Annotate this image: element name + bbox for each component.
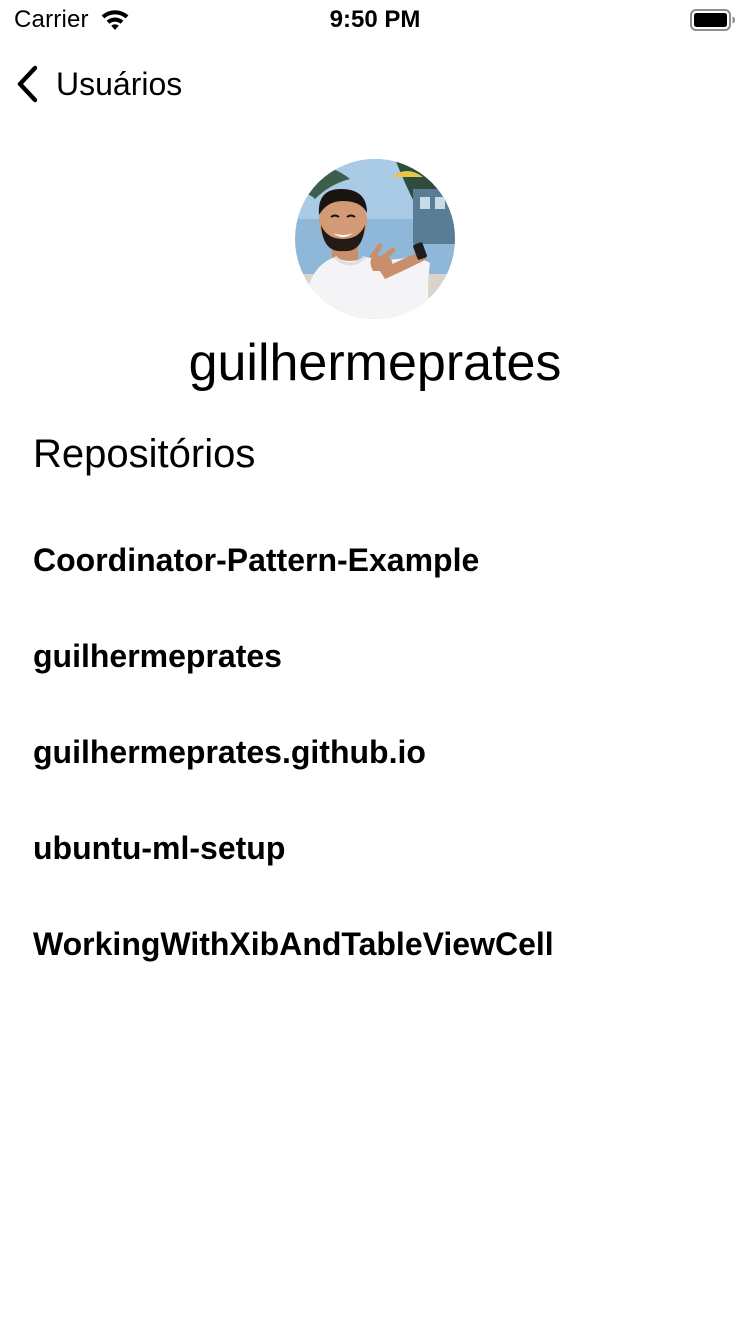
repository-row[interactable]: Coordinator-Pattern-Example xyxy=(0,512,750,608)
user-detail-screen: Carrier 9:50 PM Usuários guilhermeprates… xyxy=(0,0,750,1334)
repository-name: ubuntu-ml-setup xyxy=(33,830,286,866)
repository-name: Coordinator-Pattern-Example xyxy=(33,542,480,578)
battery-full-icon xyxy=(690,9,735,31)
repository-row[interactable]: guilhermeprates.github.io xyxy=(0,704,750,800)
username: guilhermeprates xyxy=(188,334,562,392)
repository-name: guilhermeprates xyxy=(33,638,282,674)
back-button-label: Usuários xyxy=(56,66,183,102)
back-button[interactable]: Usuários xyxy=(14,62,182,106)
repository-row[interactable]: guilhermeprates xyxy=(0,608,750,704)
repository-name: guilhermeprates.github.io xyxy=(33,734,426,770)
repository-name: WorkingWithXibAndTableViewCell xyxy=(33,926,554,962)
user-avatar-photo xyxy=(295,159,455,319)
repositories-title: Repositórios xyxy=(33,432,256,476)
status-bar: Carrier 9:50 PM xyxy=(0,0,750,40)
repository-list: Coordinator-Pattern-Example guilhermepra… xyxy=(0,512,750,992)
avatar xyxy=(295,159,455,319)
status-time: 9:50 PM xyxy=(329,6,421,33)
chevron-left-icon xyxy=(17,65,38,103)
repository-row[interactable]: ubuntu-ml-setup xyxy=(0,800,750,896)
repository-row[interactable]: WorkingWithXibAndTableViewCell xyxy=(0,896,750,992)
